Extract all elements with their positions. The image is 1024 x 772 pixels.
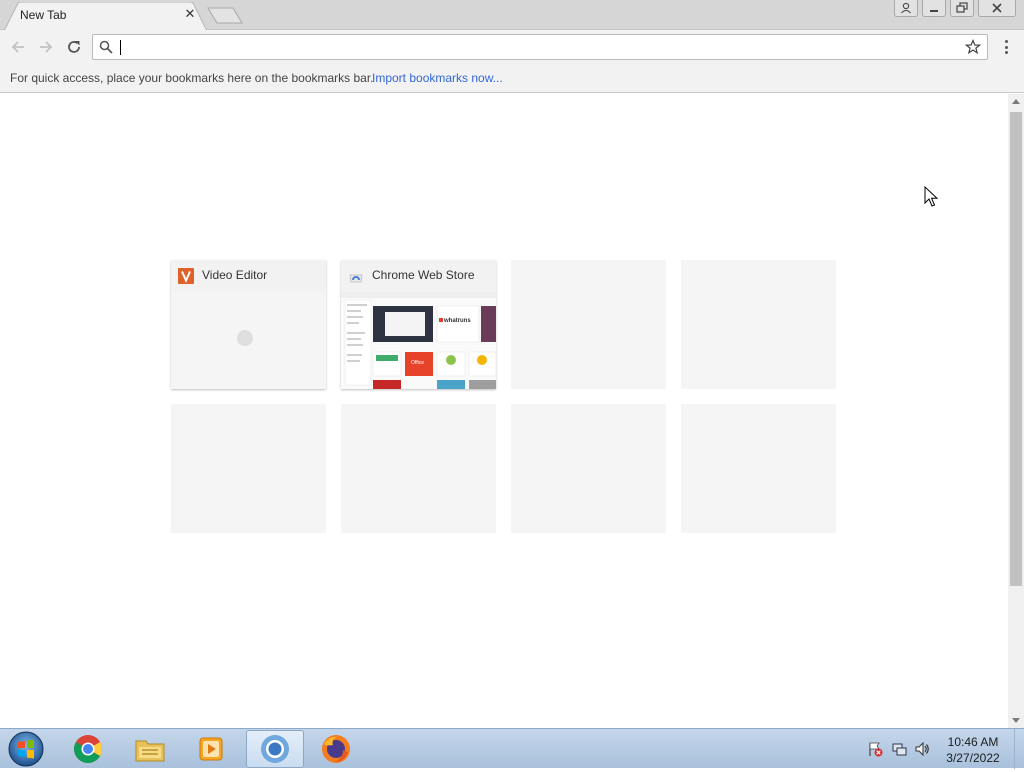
most-visited-tile[interactable]: Chrome Web Store whatruns Office xyxy=(341,260,496,389)
empty-tile xyxy=(681,404,836,533)
tile-title: Chrome Web Store xyxy=(372,268,475,282)
forward-button[interactable] xyxy=(36,37,56,57)
menu-dot-icon xyxy=(1004,45,1008,49)
bookmarks-bar-message: For quick access, place your bookmarks h… xyxy=(10,71,374,85)
bookmark-star-icon[interactable] xyxy=(965,39,981,55)
firefox-icon xyxy=(322,735,350,763)
taskbar-chrome[interactable] xyxy=(60,730,116,768)
back-arrow-icon xyxy=(11,41,24,53)
import-bookmarks-link[interactable]: Import bookmarks now... xyxy=(372,71,503,85)
vertical-scrollbar[interactable] xyxy=(1008,94,1024,728)
reload-button[interactable] xyxy=(64,37,84,57)
taskbar-clock[interactable]: 10:46 AM 3/27/2022 xyxy=(938,734,1008,766)
scroll-down-arrow-icon[interactable] xyxy=(1012,718,1020,723)
clock-date: 3/27/2022 xyxy=(946,751,1000,765)
toolbar xyxy=(0,30,1024,64)
tile-header: Video Editor xyxy=(171,260,326,292)
tile-header: Chrome Web Store xyxy=(341,260,496,292)
mouse-cursor-icon xyxy=(924,186,938,207)
restore-button[interactable] xyxy=(950,0,974,17)
thumb-brand-text: whatruns xyxy=(443,318,471,324)
reload-icon xyxy=(68,41,80,53)
taskbar-media-player[interactable] xyxy=(183,730,239,768)
minimize-icon xyxy=(930,10,938,12)
address-input[interactable] xyxy=(119,37,959,57)
media-player-icon xyxy=(199,737,223,761)
tab-strip: New Tab ✕ xyxy=(0,0,1024,31)
new-tab-page: Video Editor Chrome Web Store whatruns O… xyxy=(0,94,1008,728)
new-tab-button[interactable] xyxy=(207,7,243,24)
bookmarks-bar: For quick access, place your bookmarks h… xyxy=(0,64,1024,93)
empty-tile xyxy=(341,404,496,533)
close-button[interactable] xyxy=(978,0,1016,17)
close-icon xyxy=(992,3,1002,13)
file-explorer-icon xyxy=(135,740,165,762)
tile-title: Video Editor xyxy=(202,268,268,282)
empty-tile xyxy=(511,404,666,533)
tab-title: New Tab xyxy=(20,8,67,22)
tab-close-icon[interactable]: ✕ xyxy=(182,7,198,23)
back-button[interactable] xyxy=(8,37,28,57)
chrome-icon xyxy=(74,735,102,763)
restore-icon xyxy=(956,2,968,13)
taskbar-chromium[interactable] xyxy=(246,730,304,768)
window-controls xyxy=(894,0,1016,18)
person-icon xyxy=(901,2,911,14)
menu-dot-icon xyxy=(1004,51,1008,54)
volume-icon[interactable] xyxy=(914,741,930,757)
profile-button[interactable] xyxy=(894,0,918,17)
text-caret xyxy=(120,40,121,55)
chrome-menu-button[interactable] xyxy=(998,38,1014,56)
scroll-up-arrow-icon[interactable] xyxy=(1012,99,1020,104)
empty-tile xyxy=(511,260,666,389)
taskbar-file-explorer[interactable] xyxy=(122,730,178,768)
empty-tile xyxy=(681,260,836,389)
start-orb-icon xyxy=(8,731,44,767)
thumb-office-text: Office xyxy=(411,360,424,366)
network-icon[interactable] xyxy=(891,741,907,757)
show-desktop-button[interactable] xyxy=(1014,729,1024,769)
taskbar-firefox[interactable] xyxy=(308,730,364,768)
taskbar: 10:46 AM 3/27/2022 xyxy=(0,728,1024,769)
empty-tile xyxy=(171,404,326,533)
scroll-thumb[interactable] xyxy=(1010,112,1022,586)
forward-arrow-icon xyxy=(40,41,53,53)
most-visited-tile[interactable]: Video Editor xyxy=(171,260,326,389)
web-store-screenshot: whatruns Office xyxy=(341,292,496,389)
search-icon xyxy=(99,40,113,54)
chrome-web-store-icon xyxy=(349,274,363,283)
loading-spinner-icon xyxy=(237,330,253,346)
action-center-flag-icon[interactable] xyxy=(867,741,883,757)
start-button[interactable] xyxy=(6,730,46,768)
tile-thumbnail: whatruns Office xyxy=(341,292,496,389)
menu-dot-icon xyxy=(1004,40,1008,43)
tile-thumbnail xyxy=(171,292,326,389)
omnibox[interactable] xyxy=(92,34,988,60)
tab-new-tab[interactable]: New Tab ✕ xyxy=(4,2,208,31)
v-letter-icon xyxy=(178,268,194,284)
clock-time: 10:46 AM xyxy=(947,735,999,749)
minimize-button[interactable] xyxy=(922,0,946,17)
chromium-icon xyxy=(261,735,289,763)
